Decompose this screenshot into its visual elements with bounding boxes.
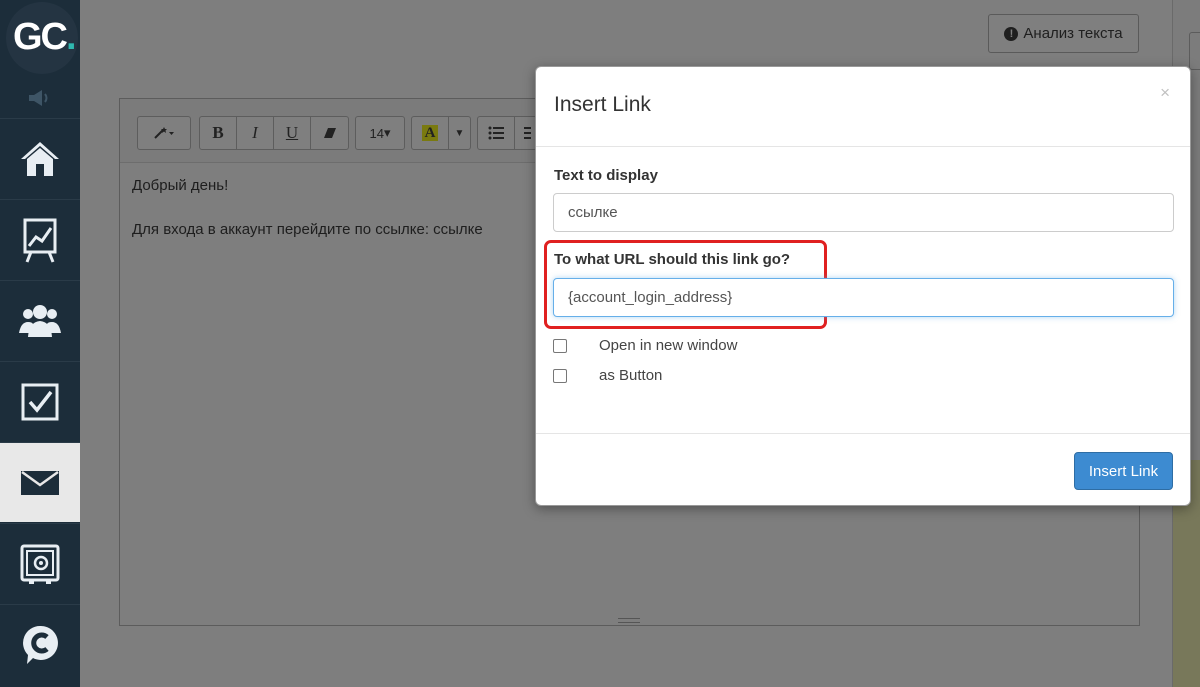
nav-analytics[interactable] <box>0 199 80 279</box>
nav-chat[interactable] <box>0 604 80 684</box>
font-size-group: 14 ▾ <box>355 116 405 150</box>
close-icon[interactable]: × <box>1160 83 1170 103</box>
url-label: To what URL should this link go? <box>554 251 791 268</box>
chart-icon <box>23 218 57 263</box>
font-size-dropdown[interactable]: 14 ▾ <box>356 117 404 149</box>
numbered-list-button[interactable] <box>515 117 536 149</box>
nav-home[interactable] <box>0 118 80 198</box>
highlight-color-icon: A <box>422 125 438 141</box>
color-caret-button[interactable]: ▼ <box>449 117 470 149</box>
url-input[interactable]: {account_login_address} <box>553 278 1174 317</box>
modal-footer: Insert Link <box>536 433 1190 507</box>
underline-button[interactable]: U <box>274 117 311 149</box>
editor-line: Добрый день! <box>132 177 229 194</box>
modal-title: Insert Link <box>554 93 651 116</box>
nav-tasks[interactable] <box>0 361 80 441</box>
format-group: B I U <box>199 116 349 150</box>
insert-link-button[interactable]: Insert Link <box>1074 452 1173 490</box>
color-group: A ▼ <box>411 116 471 150</box>
chat-c-icon <box>23 625 58 664</box>
font-size-value: 14 <box>369 125 384 141</box>
resize-handle[interactable] <box>618 618 640 623</box>
bullet-list-button[interactable] <box>478 117 515 149</box>
editor-content[interactable]: Добрый день! Для входа в аккаунт перейди… <box>132 175 483 263</box>
safe-icon <box>20 544 60 584</box>
nav-users[interactable] <box>0 280 80 360</box>
exclamation-icon: ! <box>1004 26 1019 41</box>
modal-header: Insert Link × <box>536 67 1190 147</box>
open-new-window-checkbox[interactable] <box>553 338 567 353</box>
sidebar: GC. <box>0 0 80 687</box>
mail-icon <box>21 470 59 495</box>
home-icon <box>21 141 59 176</box>
magic-group <box>137 116 191 150</box>
bullet-list-icon <box>488 126 504 140</box>
right-panel-box[interactable] <box>1189 32 1200 70</box>
as-button-row[interactable]: as Button <box>553 367 662 384</box>
text-to-display-label: Text to display <box>554 167 658 184</box>
font-size-caret-icon: ▾ <box>383 125 391 140</box>
italic-button[interactable]: I <box>237 117 274 149</box>
open-new-window-row[interactable]: Open in new window <box>553 337 737 354</box>
list-group <box>477 116 537 150</box>
as-button-checkbox[interactable] <box>553 368 567 383</box>
magic-wand-dropdown[interactable] <box>138 117 190 149</box>
as-button-label: as Button <box>599 367 663 384</box>
users-icon <box>19 304 61 337</box>
logo-text: GC. <box>13 16 76 58</box>
open-new-window-label: Open in new window <box>599 337 738 354</box>
eraser-icon <box>323 128 336 138</box>
nav-mail[interactable] <box>0 442 80 522</box>
bold-button[interactable]: B <box>200 117 237 149</box>
speaker-icon[interactable] <box>26 88 54 108</box>
magic-wand-icon <box>154 127 174 139</box>
insert-link-modal: Insert Link × Text to display ссылке To … <box>535 66 1191 506</box>
text-color-button[interactable]: A <box>412 117 449 149</box>
numbered-list-icon <box>523 127 531 139</box>
analyze-text-label: Анализ текста <box>1023 25 1123 42</box>
logo[interactable]: GC. <box>4 0 78 78</box>
text-to-display-input[interactable]: ссылке <box>553 193 1174 232</box>
analyze-text-button[interactable]: ! Анализ текста <box>988 14 1139 53</box>
checkbox-icon <box>21 383 59 420</box>
editor-line: Для входа в аккаунт перейдите по ссылке:… <box>132 221 483 238</box>
eraser-button[interactable] <box>311 117 348 149</box>
nav-safe[interactable] <box>0 523 80 603</box>
